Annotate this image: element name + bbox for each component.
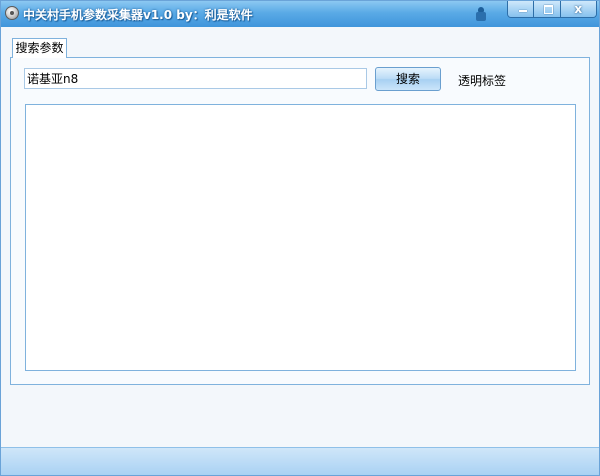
app-window: 中关村手机参数采集器v1.0 by：利是软件 x 搜索参数 搜索 透明标签 (0, 0, 600, 476)
results-textbox[interactable] (25, 104, 576, 371)
close-icon: x (574, 2, 583, 16)
transparent-label: 透明标签 (458, 74, 507, 88)
title-bar[interactable]: 中关村手机参数采集器v1.0 by：利是软件 x (1, 1, 599, 27)
status-bar (1, 447, 599, 475)
maximize-button[interactable] (534, 1, 561, 17)
search-input[interactable] (24, 68, 367, 89)
minimize-button[interactable] (508, 1, 535, 17)
close-button[interactable]: x (560, 1, 596, 17)
skin-icon[interactable] (475, 7, 487, 21)
tab-search-params[interactable]: 搜索参数 (12, 38, 67, 58)
app-logo-icon[interactable] (5, 6, 19, 20)
window-title: 中关村手机参数采集器v1.0 by：利是软件 (23, 8, 253, 22)
search-button[interactable]: 搜索 (375, 67, 441, 91)
minimize-icon (519, 10, 527, 12)
maximize-icon (544, 5, 554, 14)
window-controls: x (507, 1, 597, 18)
